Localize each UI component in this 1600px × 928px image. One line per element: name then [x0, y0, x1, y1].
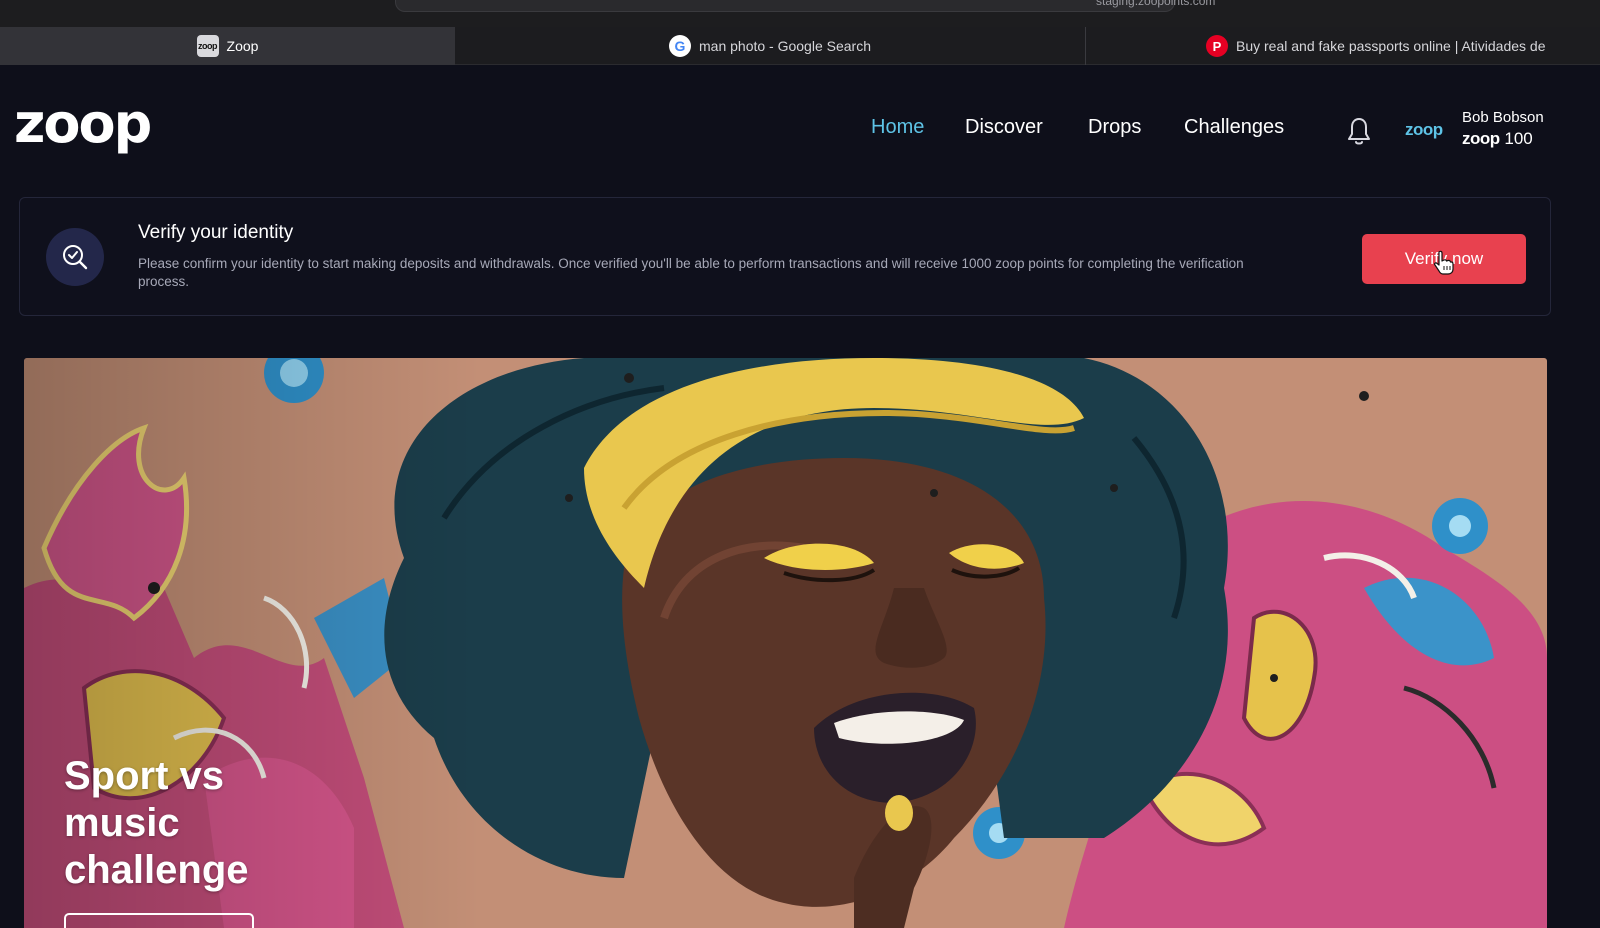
- user-name[interactable]: Bob Bobson: [1462, 109, 1544, 126]
- browser-tab-bar: zoop Zoop G man photo - Google Search P …: [0, 27, 1600, 65]
- verify-identity-icon: [46, 228, 104, 286]
- tab-title: Zoop: [226, 38, 259, 54]
- browser-tab-pinterest[interactable]: P Buy real and fake passports online | A…: [1086, 27, 1600, 65]
- points-value: 100: [1504, 129, 1533, 148]
- nav-drops[interactable]: Drops: [1088, 116, 1141, 139]
- nav-home[interactable]: Home: [871, 116, 924, 139]
- zoop-logo[interactable]: zoop: [14, 94, 152, 154]
- hero-banner[interactable]: Sport vs music challenge: [24, 358, 1547, 928]
- nav-discover[interactable]: Discover: [965, 116, 1043, 139]
- hero-title: Sport vs music challenge: [64, 754, 249, 892]
- pinterest-icon: P: [1206, 35, 1228, 57]
- browser-tab-zoop[interactable]: zoop Zoop: [0, 27, 455, 65]
- verify-title: Verify your identity: [138, 222, 294, 243]
- address-bar[interactable]: staging.zoopoints.com: [395, 0, 1215, 12]
- hero-cta-button[interactable]: [64, 913, 254, 928]
- app-header: zoop Home Discover Drops Challenges zoop…: [0, 66, 1600, 192]
- tab-title: Buy real and fake passports online | Ati…: [1236, 38, 1546, 54]
- points-brand: zoop: [1462, 129, 1500, 148]
- tab-title: man photo - Google Search: [699, 38, 871, 54]
- zoop-points-logo: zoop: [1405, 120, 1443, 139]
- nav-challenges[interactable]: Challenges: [1184, 116, 1284, 139]
- address-text: staging.zoopoints.com: [1096, 0, 1216, 8]
- verify-identity-banner: Verify your identity Please confirm your…: [19, 197, 1551, 316]
- browser-address-strip: staging.zoopoints.com: [0, 0, 1600, 27]
- user-points: zoop 100: [1462, 129, 1533, 149]
- zoop-favicon: zoop: [196, 35, 219, 57]
- google-icon: G: [669, 35, 691, 57]
- hand-cursor-icon: [1434, 250, 1454, 275]
- bell-icon[interactable]: [1342, 113, 1376, 149]
- browser-tab-google[interactable]: G man photo - Google Search: [455, 27, 1085, 65]
- verify-description: Please confirm your identity to start ma…: [138, 256, 1244, 289]
- magnifier-check-icon: [63, 245, 88, 270]
